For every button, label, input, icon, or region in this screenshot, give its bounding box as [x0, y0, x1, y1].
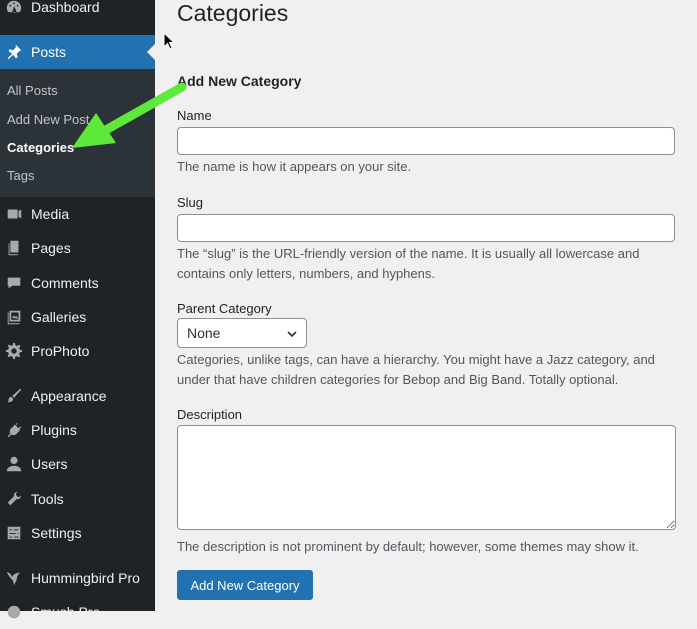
pages-icon [4, 238, 24, 258]
parent-category-select[interactable]: None [177, 318, 307, 348]
admin-sidebar: Dashboard Posts All Posts Add New Post C… [0, 0, 155, 620]
sidebar-item-label: Comments [31, 275, 99, 291]
comment-icon [4, 273, 24, 293]
sidebar-item-posts[interactable]: Posts [0, 35, 155, 69]
settings-icon [4, 523, 24, 543]
submenu-item-all-posts[interactable]: All Posts [7, 83, 58, 98]
name-label: Name [177, 108, 212, 123]
sidebar-item-label: Galleries [31, 309, 87, 325]
sidebar-item-label: Smush Pro [31, 604, 101, 620]
sidebar-item-label: Appearance [31, 388, 107, 404]
description-textarea[interactable] [177, 425, 676, 530]
page-title: Categories [177, 0, 289, 26]
sidebar-item-users[interactable]: Users [0, 447, 155, 481]
hummingbird-icon [4, 568, 24, 588]
sidebar-item-settings[interactable]: Settings [0, 516, 155, 550]
mouse-cursor-icon [163, 32, 175, 50]
chevron-down-icon [287, 331, 297, 338]
sidebar-item-dashboard[interactable]: Dashboard [0, 0, 155, 24]
sidebar-item-comments[interactable]: Comments [0, 266, 155, 300]
sidebar-item-label: Tools [31, 491, 64, 507]
sidebar-item-label: Pages [31, 240, 71, 256]
sidebar-item-label: Posts [31, 44, 67, 60]
pin-icon [4, 42, 24, 62]
slug-input[interactable] [177, 214, 675, 242]
dashboard-icon [4, 0, 24, 17]
sidebar-item-hummingbird-pro[interactable]: Hummingbird Pro [0, 561, 155, 595]
paintbrush-icon [4, 386, 24, 406]
sidebar-item-media[interactable]: Media [0, 197, 155, 231]
sidebar-item-label: Settings [31, 525, 82, 541]
description-help-text: The description is not prominent by defa… [177, 539, 639, 554]
name-help-text: The name is how it appears on your site. [177, 159, 412, 174]
add-new-category-button[interactable]: Add New Category [177, 570, 313, 600]
description-label: Description [177, 407, 243, 422]
slug-label: Slug [177, 195, 204, 210]
sidebar-item-tools[interactable]: Tools [0, 482, 155, 516]
parent-category-selected-value: None [187, 325, 221, 341]
sidebar-item-label: Media [31, 206, 70, 222]
submenu-item-add-new-post[interactable]: Add New Post [7, 112, 89, 127]
submenu-item-categories[interactable]: Categories [7, 140, 74, 155]
sidebar-item-smush-pro[interactable]: Smush Pro [0, 595, 155, 629]
media-icon [4, 204, 24, 224]
plug-icon [4, 420, 24, 440]
sidebar-item-appearance[interactable]: Appearance [0, 379, 155, 413]
slug-help-text: The “slug” is the URL-friendly version o… [177, 246, 640, 281]
user-icon [4, 454, 24, 474]
sidebar-item-galleries[interactable]: Galleries [0, 300, 155, 334]
sidebar-item-label: Plugins [31, 422, 77, 438]
name-input[interactable] [177, 127, 675, 155]
parent-category-help-text: Categories, unlike tags, can have a hier… [177, 352, 655, 387]
parent-category-label: Parent Category [177, 301, 272, 316]
active-menu-indicator [147, 44, 155, 60]
sidebar-item-label: ProPhoto [31, 343, 90, 359]
sidebar-item-pages[interactable]: Pages [0, 231, 155, 265]
smush-icon [4, 602, 24, 622]
sidebar-item-prophoto[interactable]: ProPhoto [0, 334, 155, 368]
gear-icon [4, 341, 24, 361]
posts-submenu: All Posts Add New Post Categories Tags [0, 69, 155, 197]
sidebar-item-label: Hummingbird Pro [31, 570, 140, 586]
gallery-icon [4, 307, 24, 327]
wrench-icon [4, 489, 24, 509]
form-heading: Add New Category [177, 73, 302, 89]
sidebar-item-label: Dashboard [31, 0, 100, 15]
submenu-item-tags[interactable]: Tags [7, 168, 34, 183]
sidebar-item-plugins[interactable]: Plugins [0, 413, 155, 447]
sidebar-item-label: Users [31, 456, 68, 472]
